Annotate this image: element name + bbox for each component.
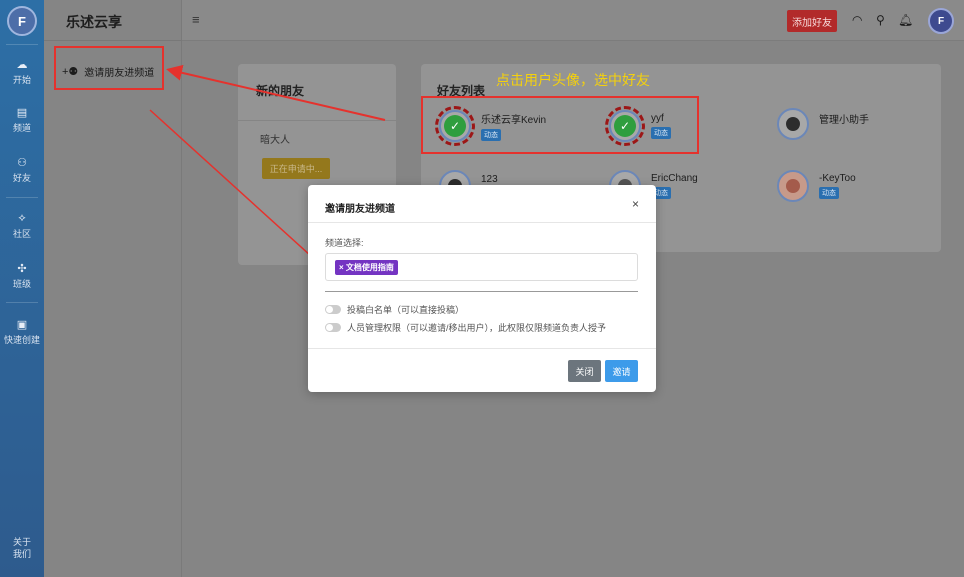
friend-avatar[interactable] [777,108,809,140]
highlight-box-menu [54,46,164,90]
rail-item-start[interactable]: ☁ 开始 [0,52,44,92]
rail-item-label: 频道 [12,123,31,133]
whitelist-toggle[interactable] [325,305,341,314]
invite-button[interactable]: 邀请 [605,360,638,382]
rail-item-group[interactable]: ✣ 班级 [0,256,44,296]
option-label: 人员管理权限（可以邀请/移出用户），此权限仅限频道负责人授予 [347,323,607,333]
group-icon: ✣ [17,263,27,275]
friend-name: 管理小助手 [819,114,869,126]
rail-divider [6,197,38,198]
friend-item[interactable]: 管理小助手 [777,108,869,140]
rail-item-label: 关于我们 [12,537,31,559]
annotation-text: 点击用户头像，选中好友 [496,72,650,88]
friends-icon: ⚇ [17,157,27,169]
option-manage: 人员管理权限（可以邀请/移出用户），此权限仅限频道负责人授予 [325,321,606,334]
rail-item-label: 快速创建 [3,335,40,345]
friend-badge[interactable]: 动态 [819,187,839,199]
new-friends-title: 新的朋友 [256,84,305,98]
user-avatar[interactable]: F [928,8,954,34]
cloud-icon: ☁ [16,59,28,71]
close-icon[interactable]: × [632,197,639,211]
close-button[interactable]: 关闭 [568,360,601,382]
option-label: 投稿白名单（可以直接投稿） [347,305,465,315]
modal-divider [325,291,638,292]
card-divider [238,120,396,121]
top-bar: ≡ 添加好友 ◠ ⚲ 🔔︎ F [182,0,964,41]
rail-item-label: 好友 [12,173,31,183]
friend-name: 123 [481,173,498,185]
icon-rail: F ☁ 开始 ▤ 频道 ⚇ 好友 ⟡ 社区 ✣ 班级 ▣ 快速创建 关于我们 [0,0,44,577]
channel-select-label: 频道选择: [325,238,364,248]
option-whitelist: 投稿白名单（可以直接投稿） [325,303,464,316]
request-pending-button[interactable]: 正在申请中... [262,158,330,179]
friend-avatar[interactable] [777,170,809,202]
modal-title: 邀请朋友进频道 [325,204,395,215]
rail-divider [6,302,38,303]
bell-icon[interactable]: 🔔︎ [898,13,913,27]
request-name: 暗大人 [260,135,290,146]
brand-title: 乐述云享 [66,14,122,30]
channel-select[interactable]: × 文档使用指南 [325,253,638,281]
rail-item-label: 社区 [12,229,31,239]
location-icon[interactable]: ⚲ [876,13,885,27]
community-icon: ⟡ [18,212,26,224]
rail-item-label: 开始 [12,75,31,85]
friend-name: EricChang [651,173,698,184]
modal-divider [308,222,656,223]
rail-item-channel[interactable]: ▤ 频道 [0,100,44,140]
add-friend-button[interactable]: 添加好友 [787,10,837,32]
person-icon [786,117,800,131]
rail-item-friends[interactable]: ⚇ 好友 [0,150,44,190]
app-logo[interactable]: F [7,6,37,36]
hamburger-icon[interactable]: ≡ [192,12,200,27]
channel-icon: ▤ [16,107,28,119]
rail-item-label: 班级 [12,279,31,289]
manage-toggle[interactable] [325,323,341,332]
rail-divider [6,44,38,45]
rail-item-community[interactable]: ⟡ 社区 [0,206,44,246]
highlight-box-friends [421,96,699,154]
headset-icon[interactable]: ◠ [852,13,862,27]
person-icon [786,179,800,193]
rail-item-quick-create[interactable]: ▣ 快速创建 [0,312,44,352]
app-root: F ☁ 开始 ▤ 频道 ⚇ 好友 ⟡ 社区 ✣ 班级 ▣ 快速创建 关于我们 乐… [0,0,964,577]
friend-item[interactable]: -KeyToo 动态 [777,170,856,202]
channel-tag[interactable]: × 文档使用指南 [335,260,398,275]
invite-modal: 邀请朋友进频道 × 频道选择: × 文档使用指南 投稿白名单（可以直接投稿） 人… [308,185,656,392]
rail-item-about[interactable]: 关于我们 [0,528,44,568]
quick-create-icon: ▣ [16,319,28,331]
modal-divider [308,348,656,349]
friend-name: -KeyToo [819,173,856,184]
menu-divider [44,40,182,41]
